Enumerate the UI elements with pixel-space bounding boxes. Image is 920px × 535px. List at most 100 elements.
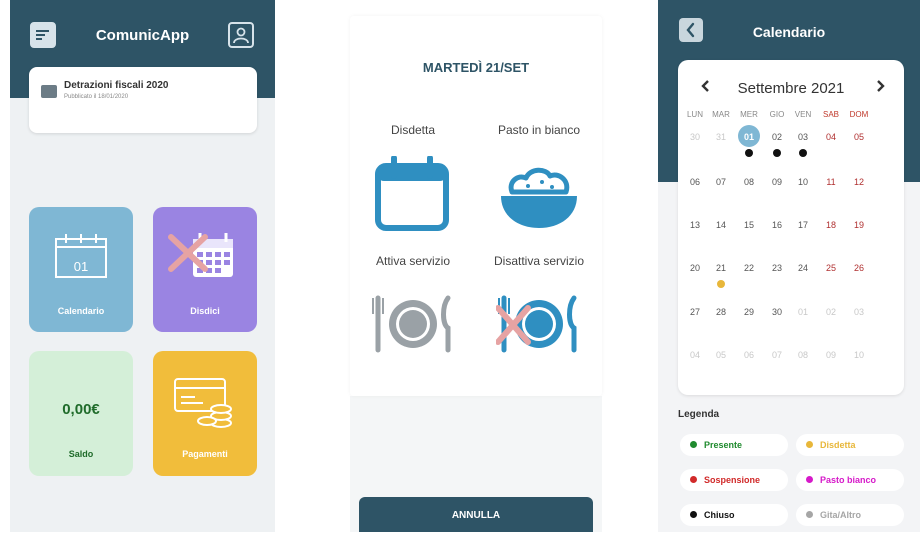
calendar-day[interactable]: 02 — [764, 132, 790, 142]
calendar-day[interactable]: 31 — [708, 132, 734, 142]
calendar-day[interactable]: 23 — [764, 263, 790, 273]
tile-disdici[interactable]: Disdici — [153, 207, 257, 332]
legend-color-dot — [806, 511, 813, 518]
legend-label: Sospensione — [704, 475, 761, 485]
news-date: Pubblicato il 18/01/2020 — [64, 94, 129, 100]
calendar-day[interactable]: 03 — [846, 307, 872, 317]
option-disattiva-servizio-label: Disattiva servizio — [493, 254, 585, 268]
tile-saldo-label: Saldo — [68, 449, 94, 459]
legend-item: Chiuso — [680, 504, 788, 526]
calendar-day[interactable]: 24 — [790, 263, 816, 273]
calendar-day[interactable]: 17 — [790, 220, 816, 230]
legend-color-dot — [806, 441, 813, 448]
tile-saldo[interactable]: 0,00€ Saldo — [29, 351, 133, 476]
prev-month-button[interactable] — [700, 78, 712, 97]
legend-label: Chiuso — [704, 510, 735, 520]
legend-label: Pasto bianco — [820, 475, 877, 485]
tile-calendario-label: Calendario — [57, 306, 105, 316]
legend-label: Disdetta — [820, 440, 856, 450]
user-icon — [233, 27, 249, 44]
calendar-day[interactable]: 22 — [736, 263, 762, 273]
calendar-day[interactable]: 06 — [736, 350, 762, 360]
legend-item: Gita/Altro — [796, 504, 904, 526]
payment-cards-icon — [174, 378, 232, 428]
calendar-day[interactable]: 20 — [682, 263, 708, 273]
calendar-day[interactable]: 08 — [736, 177, 762, 187]
weekday-label: SAB — [822, 110, 839, 119]
calendar-day[interactable]: 16 — [764, 220, 790, 230]
calendar-day[interactable]: 10 — [790, 177, 816, 187]
calendar-icon — [375, 156, 449, 231]
weekday-label: MER — [740, 110, 758, 119]
legend-item: Presente — [680, 434, 788, 456]
weekday-label: VEN — [794, 110, 812, 119]
profile-button[interactable] — [228, 22, 254, 48]
calendar-cancel-icon — [168, 233, 233, 277]
calendar-day[interactable]: 30 — [682, 132, 708, 142]
calendar-day[interactable]: 03 — [790, 132, 816, 142]
status-dot — [773, 149, 781, 157]
calendar-day[interactable]: 26 — [846, 263, 872, 273]
calendar-day[interactable]: 11 — [818, 177, 844, 187]
calendar-day[interactable]: 07 — [708, 177, 734, 187]
weekday-label: LUN — [686, 110, 703, 119]
page-title: Calendario — [752, 24, 826, 40]
option-pasto-in-bianco-label: Pasto in bianco — [497, 123, 581, 137]
calendar-day[interactable]: 27 — [682, 307, 708, 317]
month-title: Settembre 2021 — [737, 80, 845, 97]
option-attiva-servizio-label: Attiva servizio — [375, 254, 451, 268]
calendar-day[interactable]: 18 — [818, 220, 844, 230]
saldo-amount: 0,00€ — [62, 401, 100, 418]
legend-item: Pasto bianco — [796, 469, 904, 491]
weekday-label: MAR — [712, 110, 730, 119]
calendar-day[interactable]: 09 — [818, 350, 844, 360]
menu-button[interactable] — [30, 22, 56, 48]
calendar-card: Settembre 2021 LUN MAR MER GIO VEN SAB DOM 30 3… — [678, 60, 904, 395]
calendar-day[interactable]: 25 — [818, 263, 844, 273]
calendar-day[interactable]: 07 — [764, 350, 790, 360]
legend-label: Gita/Altro — [820, 510, 862, 520]
calendar-day[interactable]: 05 — [708, 350, 734, 360]
calendar-day[interactable]: 13 — [682, 220, 708, 230]
tile-calendario[interactable]: 01 Calendario — [29, 207, 133, 332]
legend-color-dot — [690, 441, 697, 448]
plate-cutlery-icon — [372, 295, 451, 353]
cancel-button[interactable]: ANNULLA — [359, 497, 593, 532]
calendar-day[interactable]: 06 — [682, 177, 708, 187]
chevron-left-icon — [701, 80, 709, 92]
legend-color-dot — [690, 511, 697, 518]
next-month-button[interactable] — [874, 78, 886, 97]
calendar-day[interactable]: 02 — [818, 307, 844, 317]
calendar-day[interactable]: 15 — [736, 220, 762, 230]
option-disdetta-label: Disdetta — [390, 123, 436, 137]
calendar-day[interactable]: 21 — [708, 263, 734, 273]
status-dot — [799, 149, 807, 157]
plate-cutlery-crossed-icon — [496, 295, 577, 353]
calendar-day[interactable]: 04 — [818, 132, 844, 142]
calendar-day[interactable]: 30 — [764, 307, 790, 317]
calendar-day[interactable]: 09 — [764, 177, 790, 187]
newspaper-icon — [41, 85, 57, 98]
status-dot — [717, 280, 725, 288]
weekday-label: GIO — [769, 110, 785, 119]
day-options-dialog: MARTEDÌ 21/SET Disdetta Pasto in bianco … — [350, 16, 602, 396]
legend-title: Legenda — [678, 409, 720, 420]
calendar-day[interactable]: 01 — [790, 307, 816, 317]
tile-pagamenti[interactable]: Pagamenti — [153, 351, 257, 476]
chevron-right-icon — [877, 80, 885, 92]
calendar-day[interactable]: 08 — [790, 350, 816, 360]
tile-pagamenti-label: Pagamenti — [182, 449, 228, 459]
calendar-day[interactable]: 10 — [846, 350, 872, 360]
calendar-day[interactable]: 04 — [682, 350, 708, 360]
calendar-day[interactable]: 28 — [708, 307, 734, 317]
calendar-day[interactable]: 29 — [736, 307, 762, 317]
status-dot — [745, 149, 753, 157]
legend-item: Sospensione — [680, 469, 788, 491]
news-card[interactable]: Detrazioni fiscali 2020 Pubblicato il 18… — [29, 67, 257, 133]
calendar-day[interactable]: 12 — [846, 177, 872, 187]
calendar-day[interactable]: 14 — [708, 220, 734, 230]
calendar-day[interactable]: 01 — [736, 132, 762, 142]
home-screen: ComunicApp Detrazioni fiscali 2020 Pubbl… — [10, 0, 275, 532]
calendar-day[interactable]: 19 — [846, 220, 872, 230]
calendar-day[interactable]: 05 — [846, 132, 872, 142]
